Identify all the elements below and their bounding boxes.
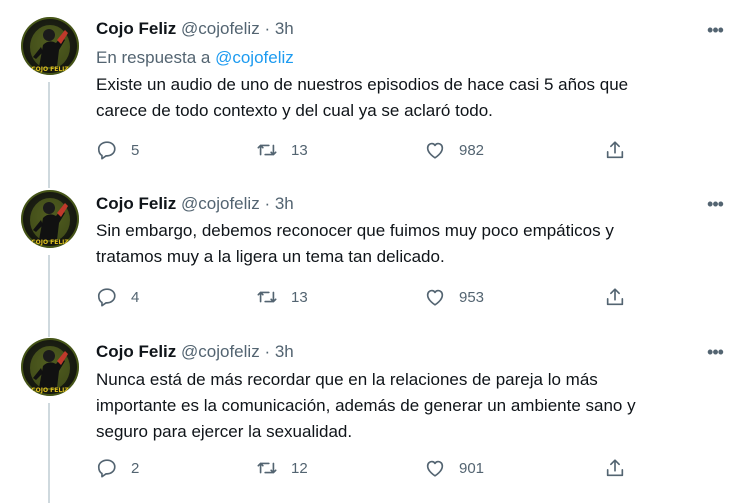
reply-icon <box>97 141 116 160</box>
share-icon <box>606 141 624 159</box>
more-icon[interactable]: ••• <box>705 194 725 214</box>
retweet-icon <box>257 144 277 156</box>
author-name[interactable]: Cojo Feliz <box>96 342 176 361</box>
reply-button[interactable]: 2 <box>96 456 139 480</box>
tweet-actions: 5 13 982 <box>96 138 636 162</box>
reply-count: 5 <box>131 141 140 159</box>
tweet-text-line: Sin embargo, debemos reconocer que fuimo… <box>96 221 614 240</box>
svg-text:COJO FELIZ: COJO FELIZ <box>31 387 69 394</box>
separator: · <box>264 194 271 213</box>
timestamp[interactable]: 3h <box>275 342 294 361</box>
reply-context: En respuesta a @cojofeliz <box>96 47 294 69</box>
retweet-button[interactable]: 12 <box>256 456 308 480</box>
tweet-text: Nunca está de más recordar que en la rel… <box>96 367 726 445</box>
reply-button[interactable]: 4 <box>96 285 139 309</box>
retweet-button[interactable]: 13 <box>256 285 308 309</box>
author-handle[interactable]: @cojofeliz <box>181 19 260 38</box>
reply-icon <box>97 288 116 307</box>
tweet-text-line: carece de todo contexto y del cual ya se… <box>96 101 493 120</box>
tweet-text-line: Existe un audio de uno de nuestros episo… <box>96 75 629 94</box>
tweet[interactable]: COJO FELIZ Cojo Feliz @cojofeliz · 3h ••… <box>0 180 746 330</box>
share-icon <box>606 459 624 477</box>
like-icon <box>426 460 444 477</box>
timestamp[interactable]: 3h <box>275 19 294 38</box>
reply-icon <box>97 459 116 478</box>
more-icon[interactable]: ••• <box>705 342 725 362</box>
author-name[interactable]: Cojo Feliz <box>96 19 176 38</box>
tweet-text: Existe un audio de uno de nuestros episo… <box>96 72 726 124</box>
share-button[interactable] <box>604 138 639 162</box>
like-count: 901 <box>459 459 485 477</box>
tweet-text-line: Nunca está de más recordar que en la rel… <box>96 370 598 389</box>
more-icon[interactable]: ••• <box>705 20 725 40</box>
reply-prefix: En respuesta a <box>96 48 211 67</box>
retweet-count: 13 <box>291 141 308 159</box>
like-button[interactable]: 982 <box>424 138 484 162</box>
share-button[interactable] <box>604 285 639 309</box>
reply-count: 4 <box>131 288 140 306</box>
retweet-button[interactable]: 13 <box>256 138 308 162</box>
author-handle[interactable]: @cojofeliz <box>181 194 260 213</box>
author-handle[interactable]: @cojofeliz <box>181 342 260 361</box>
tweet[interactable]: COJO FELIZ Cojo Feliz @cojofeliz · 3h ••… <box>0 0 746 180</box>
tweet-text-line: tratamos muy a la ligera un tema tan del… <box>96 247 445 266</box>
share-button[interactable] <box>604 456 639 480</box>
svg-text:COJO FELIZ: COJO FELIZ <box>31 239 69 246</box>
retweet-count: 13 <box>291 288 308 306</box>
tweet-text: Sin embargo, debemos reconocer que fuimo… <box>96 218 726 270</box>
share-icon <box>606 288 624 306</box>
tweet-actions: 4 13 953 <box>96 285 636 309</box>
like-icon <box>426 142 444 159</box>
tweet[interactable]: COJO FELIZ Cojo Feliz @cojofeliz · 3h ••… <box>0 330 746 503</box>
avatar[interactable]: COJO FELIZ <box>21 190 79 248</box>
separator: · <box>264 342 271 361</box>
avatar[interactable]: COJO FELIZ <box>21 17 79 75</box>
tweet-text-line: importante es la comunicación, además de… <box>96 396 636 415</box>
like-count: 953 <box>459 288 485 306</box>
like-button[interactable]: 901 <box>424 456 484 480</box>
retweet-count: 12 <box>291 459 308 477</box>
reply-button[interactable]: 5 <box>96 138 139 162</box>
svg-text:COJO FELIZ: COJO FELIZ <box>31 66 69 73</box>
like-button[interactable]: 953 <box>424 285 484 309</box>
timestamp[interactable]: 3h <box>275 194 294 213</box>
tweet-actions: 2 12 901 <box>96 456 636 480</box>
reply-count: 2 <box>131 459 140 477</box>
tweet-text-line: seguro para ejercer la sexualidad. <box>96 422 353 441</box>
separator: · <box>264 19 271 38</box>
avatar[interactable]: COJO FELIZ <box>21 338 79 396</box>
like-icon <box>426 289 444 306</box>
like-count: 982 <box>459 141 485 159</box>
author-name[interactable]: Cojo Feliz <box>96 194 176 213</box>
retweet-icon <box>257 462 277 474</box>
reply-mention-link[interactable]: @cojofeliz <box>215 48 294 67</box>
retweet-icon <box>257 291 277 303</box>
